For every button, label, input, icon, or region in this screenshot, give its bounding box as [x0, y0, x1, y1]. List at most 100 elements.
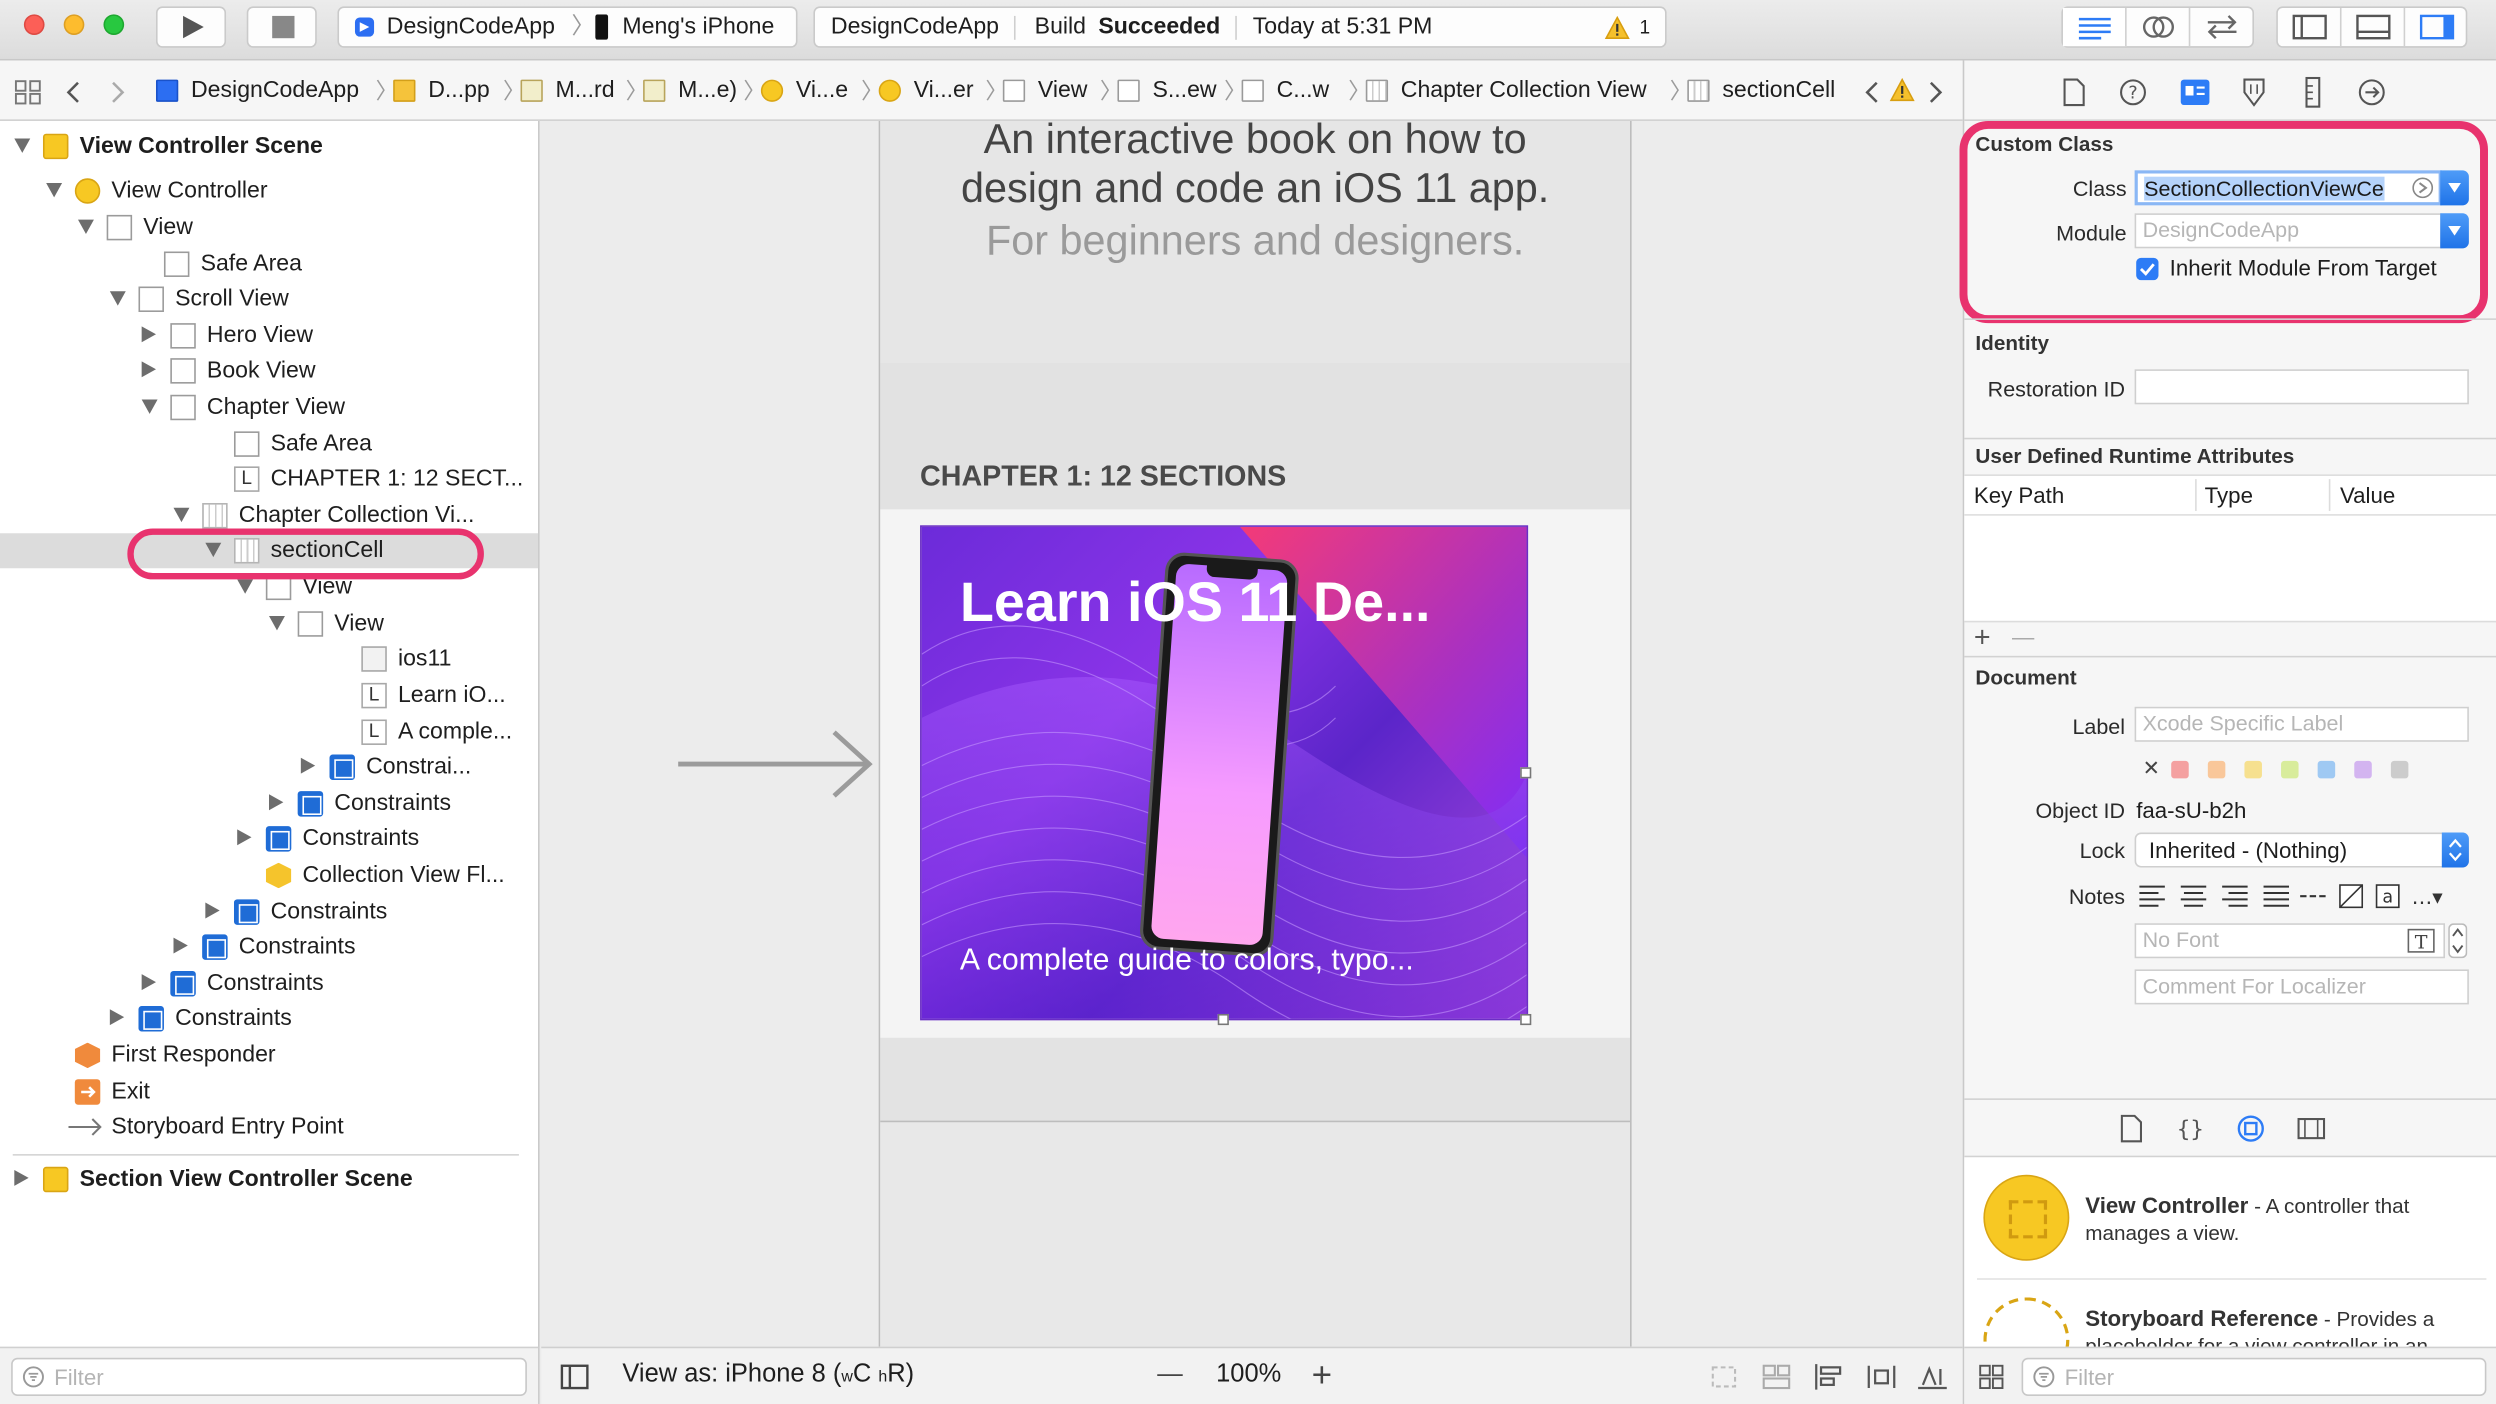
outline-row[interactable]: Section View Controller Scene [0, 1162, 538, 1197]
outline-row[interactable]: First Responder [0, 1038, 538, 1073]
disclosure-collapsed-icon[interactable] [141, 326, 156, 343]
minimize-window-button[interactable] [63, 14, 85, 36]
notes-font-field[interactable]: No Font [2134, 923, 2446, 959]
outline-row[interactable]: Book View [0, 353, 538, 388]
zoom-out-button[interactable]: — [1157, 1348, 1182, 1402]
outline-row[interactable]: Safe Area [0, 427, 538, 462]
disclosure-expanded-icon[interactable] [77, 219, 94, 234]
label-color-swatch[interactable] [2354, 760, 2372, 779]
lock-popup-stepper-icon[interactable] [2441, 832, 2469, 868]
outline-row[interactable]: L A comple... [0, 715, 538, 750]
outline-row[interactable]: Exit [0, 1074, 538, 1109]
warning-icon[interactable] [1889, 77, 1915, 102]
size-inspector-icon[interactable] [2303, 76, 2322, 108]
outline-row[interactable]: Hero View [0, 318, 538, 353]
disclosure-expanded-icon[interactable] [109, 291, 126, 306]
back-arrow-icon[interactable] [64, 80, 83, 105]
disclosure-collapsed-icon[interactable] [205, 902, 220, 919]
version-editor-button[interactable] [2190, 8, 2254, 46]
col-type[interactable]: Type [2205, 482, 2253, 507]
outline-row[interactable]: Collection View Fl... [0, 858, 538, 893]
outline-row[interactable]: ios11 [0, 641, 538, 676]
outline-row[interactable]: Storyboard Entry Point [0, 1109, 538, 1144]
breadcrumb-item[interactable]: DesignCodeApp [191, 60, 359, 120]
no-color-swatch[interactable]: ✕ [2143, 756, 2160, 781]
outline-row[interactable]: Constraints [0, 895, 538, 930]
disclosure-expanded-icon[interactable] [173, 507, 190, 523]
breadcrumb-item[interactable]: M...rd [556, 60, 615, 120]
comment-for-localizer-field[interactable]: Comment For Localizer [2134, 969, 2469, 1005]
hero-view[interactable]: An interactive book on how to design and… [880, 115, 1631, 363]
standard-editor-button[interactable] [2062, 7, 2127, 47]
connections-inspector-icon[interactable] [2357, 78, 2386, 107]
resolve-layout-issues-icon[interactable] [1917, 1363, 1949, 1392]
disclosure-collapsed-icon[interactable] [269, 794, 284, 811]
close-window-button[interactable] [23, 14, 45, 36]
outline-row[interactable]: Constraints [0, 966, 538, 1001]
attributes-inspector-icon[interactable] [2240, 76, 2269, 108]
outline-row[interactable]: View Controller [0, 174, 538, 209]
label-color-swatch[interactable] [2390, 760, 2409, 779]
align-icon[interactable] [1813, 1363, 1845, 1392]
remove-attribute-button[interactable]: — [2012, 624, 2034, 649]
entry-point-arrow-icon[interactable] [678, 729, 879, 799]
outline-row[interactable]: L CHAPTER 1: 12 SECT... [0, 462, 538, 497]
toggle-navigator-button[interactable] [2278, 7, 2342, 47]
outline-row[interactable]: Constraints [0, 1001, 538, 1036]
outline-row[interactable]: Chapter View [0, 390, 538, 425]
outline-row[interactable]: View Controller Scene [0, 129, 538, 164]
outline-row[interactable]: Constraints [0, 930, 538, 965]
outline-row[interactable]: Constrai... [0, 750, 538, 785]
toggle-debug-area-button[interactable] [2342, 7, 2406, 47]
view-as-device[interactable]: View as: iPhone 8 (wC hR) [622, 1348, 914, 1404]
disclosure-collapsed-icon[interactable] [14, 1169, 29, 1186]
outline-row[interactable]: Constraints [0, 786, 538, 821]
outline-row[interactable]: Safe Area [0, 247, 538, 282]
disclosure-collapsed-icon[interactable] [237, 829, 252, 846]
outline-row[interactable]: View [0, 210, 538, 245]
disclosure-collapsed-icon[interactable] [141, 361, 156, 378]
previous-issue-icon[interactable] [1862, 80, 1881, 105]
identity-inspector-icon[interactable] [2179, 78, 2211, 107]
warning-icon[interactable] [1604, 15, 1630, 40]
disclosure-collapsed-icon[interactable] [173, 937, 188, 954]
library-item-view-controller[interactable]: View Controller - A controller that mana… [1964, 1157, 2496, 1278]
outline-row[interactable]: Constraints [0, 821, 538, 856]
next-issue-icon[interactable] [1926, 80, 1945, 105]
font-picker-icon[interactable]: T [2407, 928, 2436, 953]
section-cell[interactable]: Learn iOS 11 De... A complete guide to c… [920, 525, 1529, 1021]
forward-arrow-icon[interactable] [108, 80, 127, 105]
label-color-swatch[interactable] [2317, 760, 2336, 779]
outline-row[interactable]: L Learn iO... [0, 678, 538, 713]
update-frames-icon[interactable] [1708, 1363, 1740, 1392]
label-color-swatch[interactable] [2171, 760, 2189, 779]
navigator-filter-field[interactable]: Filter [11, 1357, 527, 1397]
file-template-library-icon[interactable] [2119, 1114, 2144, 1143]
quick-help-icon[interactable]: ? [2119, 78, 2148, 107]
related-items-icon[interactable] [14, 80, 43, 105]
embed-in-stack-icon[interactable] [1761, 1363, 1793, 1392]
font-size-stepper-icon[interactable] [2448, 923, 2468, 959]
resize-handle-bottom[interactable] [1217, 1013, 1229, 1026]
lock-popup[interactable]: Inherited - (Nothing) [2134, 832, 2469, 868]
restoration-id-field[interactable] [2134, 369, 2469, 405]
breadcrumb-item[interactable]: Vi...e [796, 60, 848, 120]
label-color-swatch[interactable] [2207, 760, 2226, 779]
disclosure-collapsed-icon[interactable] [109, 1009, 125, 1026]
library-item-storyboard-reference[interactable]: Storyboard Reference - Provides a placeh… [1964, 1280, 2496, 1349]
file-inspector-icon[interactable] [2061, 78, 2086, 107]
show-outline-icon[interactable] [560, 1364, 589, 1390]
zoom-in-button[interactable]: + [1312, 1348, 1332, 1402]
disclosure-expanded-icon[interactable] [269, 616, 285, 631]
zoom-window-button[interactable] [103, 14, 125, 36]
disclosure-collapsed-icon[interactable] [300, 757, 316, 774]
breadcrumb-item[interactable]: M...e) [678, 60, 737, 120]
disclosure-collapsed-icon[interactable] [141, 974, 156, 991]
col-keypath[interactable]: Key Path [1974, 482, 2064, 507]
add-constraints-icon[interactable] [1866, 1363, 1898, 1392]
disclosure-expanded-icon[interactable] [237, 579, 254, 594]
breadcrumb-item[interactable]: D...pp [428, 60, 490, 120]
add-attribute-button[interactable]: + [1974, 621, 1991, 654]
stop-button[interactable] [246, 6, 317, 48]
label-color-swatch[interactable] [2281, 760, 2299, 779]
